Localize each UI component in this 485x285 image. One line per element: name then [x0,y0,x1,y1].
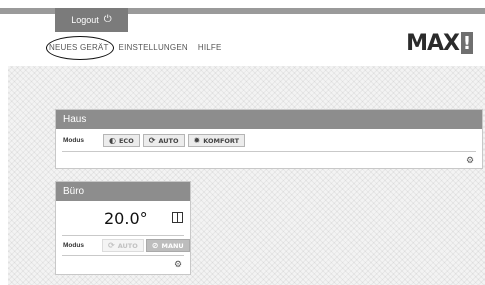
settings-icon[interactable]: ⚙ [466,156,474,165]
modus-row: Modus ◐ ECO ⟳ AUTO ✹ KOMFORT [63,134,246,147]
power-icon: ⏻ [103,14,112,25]
room-title-haus: Haus [63,114,87,125]
window-icon [172,212,183,223]
room-panel-buero: Büro 20.0° Modus ⟳ AUTO ⊘ MANU ⚙ [55,181,191,275]
auto-label: AUTO [158,136,179,145]
half-moon-icon: ◐ [109,135,116,145]
panel-title: Haus [56,110,482,129]
sun-icon: ✹ [193,135,201,145]
manu-label: MANU [161,241,184,250]
logo-mark: ! [461,32,473,54]
modus-row: Modus ⟳ AUTO ⊘ MANU [63,239,190,252]
temperature-display: 20.0° [104,209,148,228]
modus-label: Modus [63,137,84,144]
logo-text: MAX [406,30,460,56]
auto-cycle-icon: ⟳ [148,135,156,145]
logout-button[interactable]: Logout ⏻ [55,8,128,32]
divider [62,151,476,152]
max-logo: MAX ! [406,30,473,56]
auto-button[interactable]: ⟳ AUTO [142,134,185,147]
divider [62,235,184,236]
komfort-button[interactable]: ✹ KOMFORT [187,134,246,147]
auto-button[interactable]: ⟳ AUTO [102,239,144,252]
highlight-circle [46,36,114,60]
eco-button[interactable]: ◐ ECO [103,134,140,147]
modus-label: Modus [63,242,84,249]
manual-icon: ⊘ [151,240,159,250]
auto-cycle-icon: ⟳ [108,240,115,250]
divider [62,255,184,256]
room-panel-haus: Haus Modus ◐ ECO ⟳ AUTO ✹ KOMFORT ⚙ [55,109,483,169]
manu-button[interactable]: ⊘ MANU [145,239,190,252]
eco-label: ECO [118,136,134,145]
logout-label: Logout [71,15,99,25]
nav-hilfe[interactable]: HILFE [198,43,222,52]
room-title-buero: Büro [63,186,85,197]
komfort-label: KOMFORT [203,136,240,145]
nav-einstellungen[interactable]: EINSTELLUNGEN [119,43,188,52]
auto-label: AUTO [117,241,138,250]
settings-icon[interactable]: ⚙ [174,260,182,269]
panel-title: Büro [56,182,190,201]
